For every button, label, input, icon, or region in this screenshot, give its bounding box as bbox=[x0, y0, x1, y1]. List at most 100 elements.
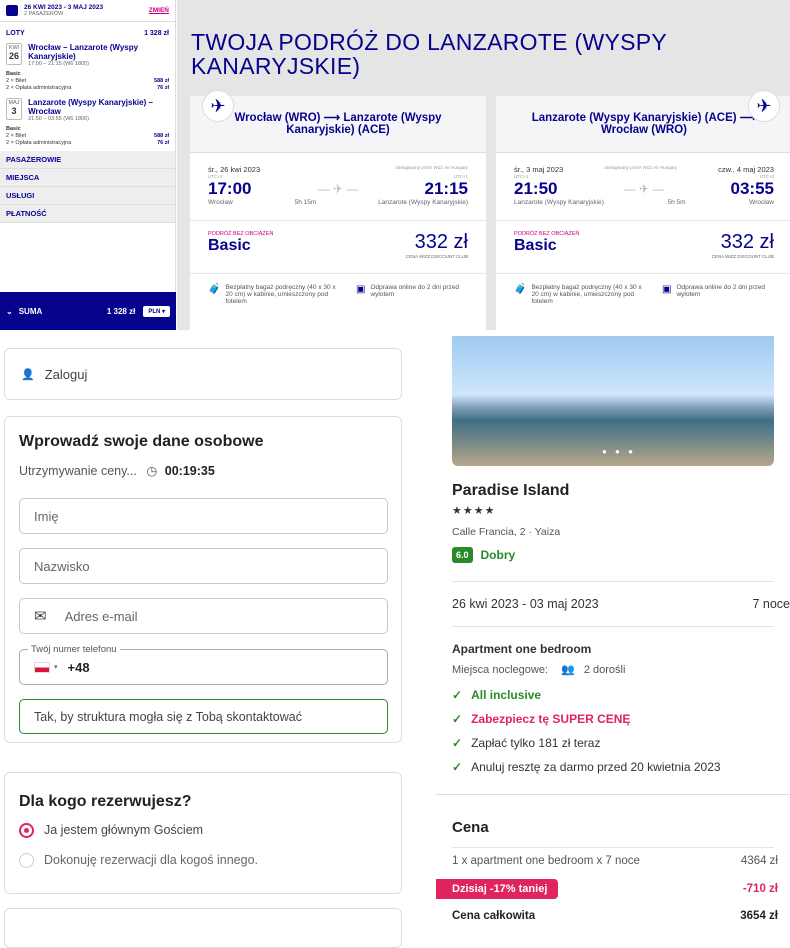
stay-nights: 7 noce bbox=[752, 597, 790, 611]
envelope-icon: ✉ bbox=[34, 608, 47, 625]
section-services[interactable]: USŁUGI bbox=[0, 187, 175, 205]
trip-dates: 26 KWI 2023 - 3 MAJ 2023 bbox=[24, 4, 104, 11]
next-section-box bbox=[4, 908, 402, 948]
calendar-icon: ▣ bbox=[356, 284, 366, 295]
user-icon: 👤 bbox=[21, 368, 35, 381]
login-link[interactable]: Zaloguj bbox=[45, 367, 88, 382]
currency-select[interactable]: PLN ▾ bbox=[143, 305, 170, 317]
chevron-down-icon[interactable]: ▾ bbox=[54, 663, 58, 671]
perk-pay-now: ✓ Zapłać tylko 181 zł teraz bbox=[452, 736, 601, 750]
fare-option[interactable]: PODRÓŻ BEZ OBCIĄŻEŃ Basic 332 zł CENA WIZZ… bbox=[190, 220, 486, 269]
duration: 5h 5m bbox=[667, 199, 686, 206]
section-payment[interactable]: PŁATNOŚĆ bbox=[0, 205, 175, 223]
flight-time: 17:00 – 21:15 (W6 1805) bbox=[28, 61, 89, 67]
room-type: Apartment one bedroom bbox=[452, 642, 592, 656]
fare-breakdown: Basic 2 × Bilet 588 zł 2 × Opłata adminis… bbox=[6, 126, 169, 146]
star-rating: ★★★★ bbox=[452, 505, 496, 517]
email-input[interactable]: ✉ Adres e-mail bbox=[19, 598, 388, 634]
stay-dates: 26 kwi 2023 - 03 maj 2023 bbox=[452, 597, 599, 611]
flights-header: LOTY 1 328 zł bbox=[0, 22, 175, 43]
section-title: Wprowadź swoje dane osobowe bbox=[19, 433, 264, 450]
change-button[interactable]: ZMIEŃ bbox=[149, 7, 169, 14]
route: Lanzarote (Wyspy Kanaryjskie) – Wrocław bbox=[28, 98, 153, 116]
price-title: Cena bbox=[452, 819, 489, 836]
duration: 5h 15m bbox=[294, 199, 317, 206]
departure-time: 21:50 bbox=[514, 179, 558, 198]
hotel-name: Paradise Island bbox=[452, 482, 570, 499]
divider bbox=[452, 581, 774, 582]
chevron-down-icon: ⌄ bbox=[6, 306, 13, 316]
hold-timer: 00:19:35 bbox=[164, 464, 215, 478]
bag-icon: 🧳 bbox=[514, 284, 527, 295]
sum-value: 1 328 zł bbox=[106, 306, 136, 316]
flights-total: 1 328 zł bbox=[144, 30, 169, 37]
check-icon: ✓ bbox=[452, 688, 463, 702]
phone-input[interactable]: Twój numer telefonu ▾ +48 bbox=[19, 644, 388, 685]
perk-free-cancel: ✓ Anuluj resztę za darmo przed 20 kwietni… bbox=[452, 760, 721, 774]
flight-card-return: ✈ Lanzarote (Wyspy Kanaryjskie) (ACE) ⟶ … bbox=[496, 90, 790, 330]
score-badge: 6.0 bbox=[452, 547, 473, 563]
flight-return-summary: MAJ 3 Lanzarote (Wyspy Kanaryjskie) – Wro… bbox=[0, 98, 175, 122]
section-seats[interactable]: MIEJSCA bbox=[0, 169, 175, 187]
date-badge: KWI 26 bbox=[6, 43, 23, 65]
date-badge: MAJ 3 bbox=[6, 98, 23, 120]
hotel-address: Calle Francia, 2 · Yaiza bbox=[452, 526, 561, 538]
calendar-icon bbox=[6, 5, 18, 16]
sum-bar[interactable]: ⌄ SUMA 1 328 zł PLN ▾ bbox=[0, 292, 176, 330]
booking-for-box: Dla kogo rezerwujesz? Ja jestem głównym … bbox=[4, 772, 402, 894]
sum-label: SUMA bbox=[18, 306, 43, 316]
arrival-time: 03:55 bbox=[730, 179, 774, 198]
login-box[interactable]: 👤 Zaloguj bbox=[4, 348, 402, 400]
hotel-summary-panel: ● ● ● Paradise Island ★★★★ Calle Francia… bbox=[436, 336, 790, 930]
review-score: 6.0 Dobry bbox=[452, 547, 515, 563]
last-name-input[interactable]: Nazwisko bbox=[19, 548, 388, 584]
radio-selected-icon[interactable] bbox=[19, 823, 34, 839]
plane-icon: — ✈ — bbox=[623, 182, 665, 196]
total-value: 3654 zł bbox=[740, 910, 778, 922]
section-passengers[interactable]: PASAŻEROWIE bbox=[0, 151, 175, 169]
poland-flag-icon bbox=[34, 661, 50, 673]
phone-prefix: +48 bbox=[67, 659, 90, 675]
plane-icon: ✈ bbox=[748, 90, 780, 122]
discount-value: -710 zł bbox=[742, 883, 778, 895]
flights-label: LOTY bbox=[6, 30, 25, 37]
fare-option[interactable]: PODRÓŻ BEZ OBCIĄŻEŃ Basic 332 zł CENA WIZZ… bbox=[496, 220, 790, 269]
score-label: Dobry bbox=[480, 548, 516, 562]
route: Wrocław – Lanzarote (Wyspy Kanaryjskie) bbox=[28, 43, 139, 61]
booking-form-panel: 👤 Zaloguj Wprowadź swoje dane osobowe Ut… bbox=[0, 336, 420, 948]
fare-breakdown: Basic 2 × Bilet 588 zł 2 × Opłata adminis… bbox=[6, 71, 169, 91]
perk-super-price: ✓ Zabezpiecz tę SUPER CENĘ bbox=[452, 712, 631, 726]
flight-time: 21:50 – 03:55 (W6 1806) bbox=[28, 116, 89, 122]
price-line-label: 1 x apartment one bedroom x 7 noce bbox=[452, 855, 640, 867]
check-icon: ✓ bbox=[452, 736, 463, 750]
first-name-input[interactable]: Imię bbox=[19, 498, 388, 534]
flight-date: śr., 3 maj 2023 bbox=[514, 165, 564, 174]
check-icon: ✓ bbox=[452, 760, 463, 774]
passenger-count: 2 PASAŻERÓW bbox=[24, 11, 64, 17]
bag-icon: 🧳 bbox=[208, 284, 221, 295]
divider bbox=[452, 847, 774, 848]
radio-icon[interactable] bbox=[19, 853, 34, 869]
fare-price: 332 zł bbox=[720, 231, 774, 253]
check-icon: ✓ bbox=[452, 712, 463, 726]
radio-option-someone-else[interactable]: Dokonuję rezerwacji dla kogoś innego. bbox=[19, 853, 258, 869]
phone-hint-tooltip: Tak, by struktura mogła się z Tobą skont… bbox=[19, 699, 388, 734]
price-section: Cena 1 x apartment one bedroom x 7 noce … bbox=[436, 794, 790, 930]
people-icon: 👥 bbox=[561, 664, 575, 676]
flight-card-header: Lanzarote (Wyspy Kanaryjskie) (ACE) ⟶ Wr… bbox=[496, 96, 790, 153]
section-title: Dla kogo rezerwujesz? bbox=[19, 793, 192, 810]
wizz-sidebar: 26 KWI 2023 - 3 MAJ 2023 2 PASAŻERÓW ZMI… bbox=[0, 0, 176, 330]
divider bbox=[452, 626, 774, 627]
hotel-photo[interactable]: ● ● ● bbox=[452, 336, 774, 466]
operator: obsługiwany przez Wizz Air Hungary bbox=[395, 165, 468, 170]
carousel-dots[interactable]: ● ● ● bbox=[602, 447, 636, 456]
flight-card-header: Wrocław (WRO) ⟶ Lanzarote (Wyspy Kanaryj… bbox=[190, 96, 486, 153]
flight-outbound-summary: KWI 26 Wrocław – Lanzarote (Wyspy Kanaryj… bbox=[0, 43, 175, 67]
departure-time: 17:00 bbox=[208, 179, 252, 198]
price-line-value: 4364 zł bbox=[740, 855, 778, 867]
phone-label: Twój numer telefonu bbox=[28, 644, 120, 655]
price-hold: Utrzymywanie ceny... ◷ 00:19:35 bbox=[19, 464, 215, 478]
trip-summary-header: 26 KWI 2023 - 3 MAJ 2023 2 PASAŻERÓW ZMI… bbox=[0, 0, 175, 22]
flight-date: śr., 26 kwi 2023 bbox=[208, 165, 261, 174]
radio-option-main-guest[interactable]: Ja jestem głównym Gościem bbox=[19, 823, 203, 839]
